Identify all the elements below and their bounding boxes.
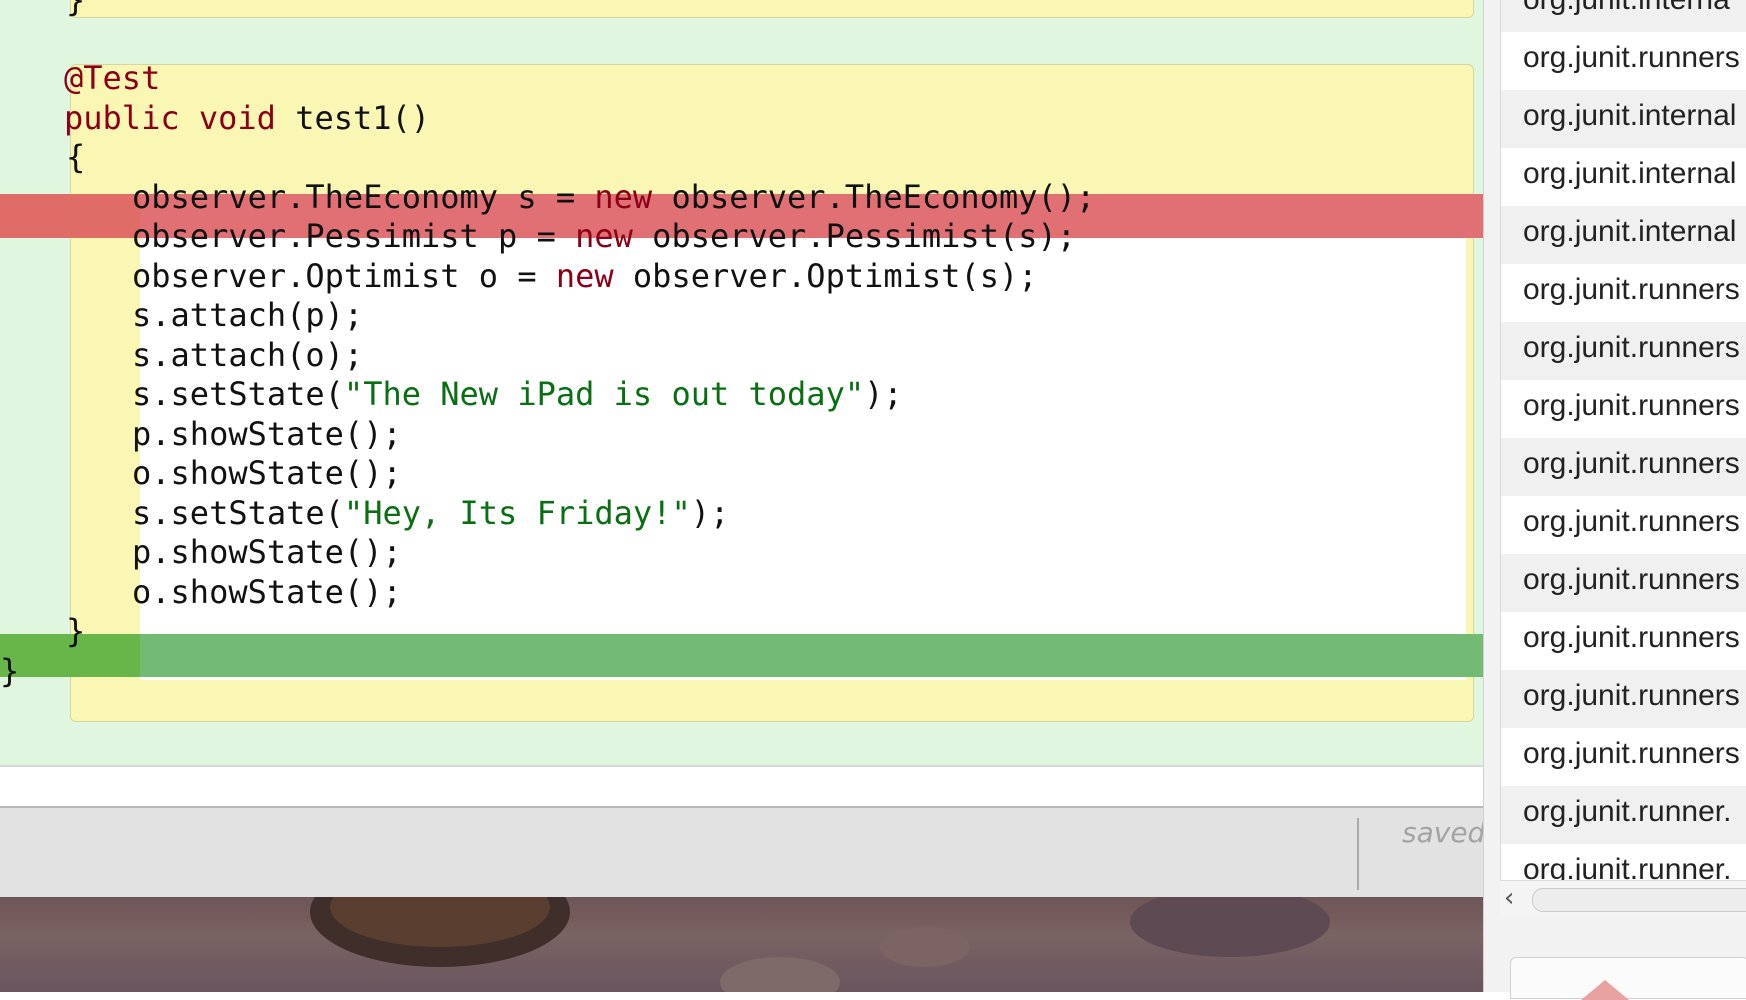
method-name: test1() (275, 99, 431, 137)
class-list-item[interactable]: org.junit.runner. (1501, 844, 1746, 880)
rock-shape (1130, 897, 1330, 957)
rock-shape (720, 957, 840, 992)
code-line-11[interactable]: o.showState(); (132, 570, 402, 614)
class-list-item[interactable]: org.junit.runners (1501, 32, 1746, 90)
class-list-item[interactable]: org.junit.runners (1501, 496, 1746, 554)
code-line-8[interactable]: o.showState(); (132, 451, 402, 495)
scroll-left-icon[interactable]: ‹ (1504, 883, 1514, 913)
class-list-item[interactable]: org.junit.internal (1501, 148, 1746, 206)
class-list-item[interactable]: org.junit.runners (1501, 554, 1746, 612)
class-list-item[interactable]: org.junit.runner. (1501, 786, 1746, 844)
code-line-annotation[interactable]: @Test (64, 56, 160, 100)
error-line-gutter (0, 194, 140, 238)
code-line-prev-close[interactable]: } (66, 0, 85, 22)
editor-status-bar: saved (0, 806, 1486, 899)
class-list-item[interactable]: org.junit.internal (1501, 90, 1746, 148)
code-line-6[interactable]: s.setState("The New iPad is out today"); (132, 372, 903, 416)
code-line-3[interactable]: observer.Optimist o = new observer.Optim… (132, 254, 1037, 298)
scrollbar-thumb[interactable] (1532, 888, 1746, 912)
class-list-item[interactable]: org.junit.runners (1501, 322, 1746, 380)
code-line-method-close[interactable]: } (66, 609, 85, 653)
code-line-class-close[interactable]: } (0, 649, 19, 693)
class-list-item[interactable]: org.junit.internal (1501, 206, 1746, 264)
class-list-item[interactable]: org.junit.runners (1501, 728, 1746, 786)
code-line-2[interactable]: observer.Pessimist p = new observer.Pess… (132, 214, 1076, 258)
class-list-item[interactable]: org.junit.runners (1501, 380, 1746, 438)
class-list-item[interactable]: org.junit.runners (1501, 612, 1746, 670)
class-list-item[interactable]: org.junit.runners (1501, 438, 1746, 496)
code-line-5[interactable]: s.attach(o); (132, 333, 363, 377)
code-line-9[interactable]: s.setState("Hey, Its Friday!"); (132, 491, 729, 535)
keyword-public: public (64, 99, 180, 137)
code-line-7[interactable]: p.showState(); (132, 412, 402, 456)
current-line-highlight (0, 634, 1483, 677)
code-line-signature[interactable]: public void test1() (64, 96, 430, 140)
horizontal-scrollbar[interactable]: ‹ (1500, 880, 1746, 917)
class-list-item[interactable]: org.junit.runners (1501, 670, 1746, 728)
previous-method-block (70, 0, 1474, 18)
code-line-4[interactable]: s.attach(p); (132, 293, 363, 337)
keyword-void: void (198, 99, 276, 137)
class-list-panel: org.junit.interna org.junit.runners org.… (1483, 0, 1746, 1000)
code-line-10[interactable]: p.showState(); (132, 530, 402, 574)
code-line-open-brace[interactable]: { (66, 135, 85, 179)
class-list[interactable]: org.junit.interna org.junit.runners org.… (1500, 0, 1746, 880)
status-separator (1357, 818, 1359, 890)
class-list-item[interactable]: org.junit.runners (1501, 264, 1746, 322)
code-line-1[interactable]: observer.TheEconomy s = new observer.The… (132, 175, 1095, 219)
class-list-item[interactable]: org.junit.interna (1501, 0, 1746, 32)
code-editor[interactable]: } @Test public void test1() { observer.T… (0, 0, 1483, 897)
rock-shape (880, 927, 970, 967)
panel-action-button[interactable] (1510, 957, 1746, 1000)
arrow-up-icon (1581, 980, 1629, 1000)
desktop-background (0, 897, 1483, 992)
saved-status: saved (1402, 816, 1486, 849)
